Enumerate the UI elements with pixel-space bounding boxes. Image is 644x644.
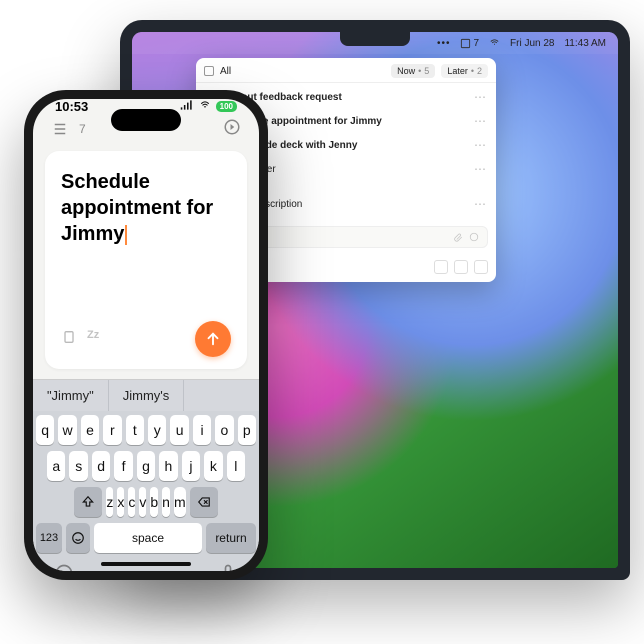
snooze-icon[interactable]: Zz — [87, 329, 99, 350]
note-card: Schedule appointment for Jimmy Zz — [45, 151, 247, 369]
menubar-app-icon[interactable]: 7 — [460, 38, 479, 49]
task-title: Fill out feedback request — [224, 91, 466, 104]
key-e[interactable]: e — [81, 415, 99, 445]
keyboard: qwertyuiop asdfghjkl zxcvbnm 123 space r… — [33, 411, 259, 571]
key-f[interactable]: f — [114, 451, 132, 481]
phone-screen: 10:53 100 7 Schedule appointm — [33, 99, 259, 571]
backspace-key[interactable] — [190, 487, 218, 517]
emoji-key[interactable] — [66, 523, 90, 553]
status-clock: 10:53 — [55, 99, 88, 114]
battery-badge: 100 — [216, 101, 237, 112]
key-z[interactable]: z — [106, 487, 113, 517]
footer-action-3[interactable] — [474, 260, 488, 274]
home-indicator[interactable] — [101, 562, 191, 566]
nav-forward-button[interactable] — [223, 118, 241, 139]
menubar-wifi-icon[interactable] — [489, 36, 500, 50]
keyboard-emoji-icon[interactable] — [54, 563, 74, 571]
key-x[interactable]: x — [117, 487, 124, 517]
key-u[interactable]: u — [170, 415, 188, 445]
app-tabs: All Now•5 Later•2 — [196, 58, 496, 83]
phone-frame: 10:53 100 7 Schedule appointm — [24, 90, 268, 580]
key-d[interactable]: d — [92, 451, 110, 481]
note-text-area[interactable]: Schedule appointment for Jimmy — [61, 169, 231, 321]
shift-key[interactable] — [74, 487, 102, 517]
clipboard-icon[interactable] — [61, 329, 77, 350]
laptop-notch — [340, 32, 410, 46]
menubar-time[interactable]: 11:43 AM — [564, 38, 606, 49]
select-all-checkbox[interactable] — [204, 66, 214, 76]
tab-all[interactable]: All — [220, 66, 231, 77]
suggestion-1[interactable]: "Jimmy" — [33, 380, 109, 411]
key-o[interactable]: o — [215, 415, 233, 445]
key-n[interactable]: n — [162, 487, 170, 517]
menubar-date[interactable]: Fri Jun 28 — [510, 38, 554, 49]
space-key[interactable]: space — [94, 523, 202, 553]
key-c[interactable]: c — [128, 487, 135, 517]
keyboard-suggestions: "Jimmy" Jimmy's — [33, 379, 259, 411]
task-menu-icon[interactable]: ⋯ — [474, 162, 486, 176]
key-h[interactable]: h — [159, 451, 177, 481]
task-menu-icon[interactable]: ⋯ — [474, 90, 486, 104]
key-q[interactable]: q — [36, 415, 54, 445]
key-l[interactable]: l — [227, 451, 245, 481]
key-k[interactable]: k — [204, 451, 222, 481]
key-r[interactable]: r — [103, 415, 121, 445]
key-j[interactable]: j — [182, 451, 200, 481]
key-w[interactable]: w — [58, 415, 76, 445]
task-menu-icon[interactable]: ⋯ — [474, 138, 486, 152]
submit-icon[interactable] — [469, 232, 479, 242]
suggestion-3[interactable] — [184, 380, 259, 411]
key-p[interactable]: p — [238, 415, 256, 445]
text-cursor — [125, 225, 127, 245]
numbers-key[interactable]: 123 — [36, 523, 62, 553]
send-button[interactable] — [195, 321, 231, 357]
wifi-icon — [198, 100, 212, 113]
task-menu-icon[interactable]: ⋯ — [474, 197, 486, 211]
cellular-icon — [180, 100, 194, 113]
dynamic-island — [111, 109, 181, 131]
footer-action-2[interactable] — [454, 260, 468, 274]
keyboard-mic-icon[interactable] — [218, 563, 238, 571]
key-v[interactable]: v — [139, 487, 146, 517]
attachment-icon[interactable] — [453, 232, 463, 242]
return-key[interactable]: return — [206, 523, 256, 553]
tab-later[interactable]: Later•2 — [441, 64, 488, 78]
menubar-extra-icon[interactable]: ••• — [437, 38, 451, 49]
key-i[interactable]: i — [193, 415, 211, 445]
key-s[interactable]: s — [69, 451, 87, 481]
nav-list-button[interactable]: 7 — [51, 120, 86, 138]
key-b[interactable]: b — [150, 487, 158, 517]
key-y[interactable]: y — [148, 415, 166, 445]
key-g[interactable]: g — [137, 451, 155, 481]
task-menu-icon[interactable]: ⋯ — [474, 114, 486, 128]
key-m[interactable]: m — [174, 487, 186, 517]
suggestion-2[interactable]: Jimmy's — [109, 380, 185, 411]
key-t[interactable]: t — [126, 415, 144, 445]
tab-now[interactable]: Now•5 — [391, 64, 435, 78]
footer-action-1[interactable] — [434, 260, 448, 274]
key-a[interactable]: a — [47, 451, 65, 481]
